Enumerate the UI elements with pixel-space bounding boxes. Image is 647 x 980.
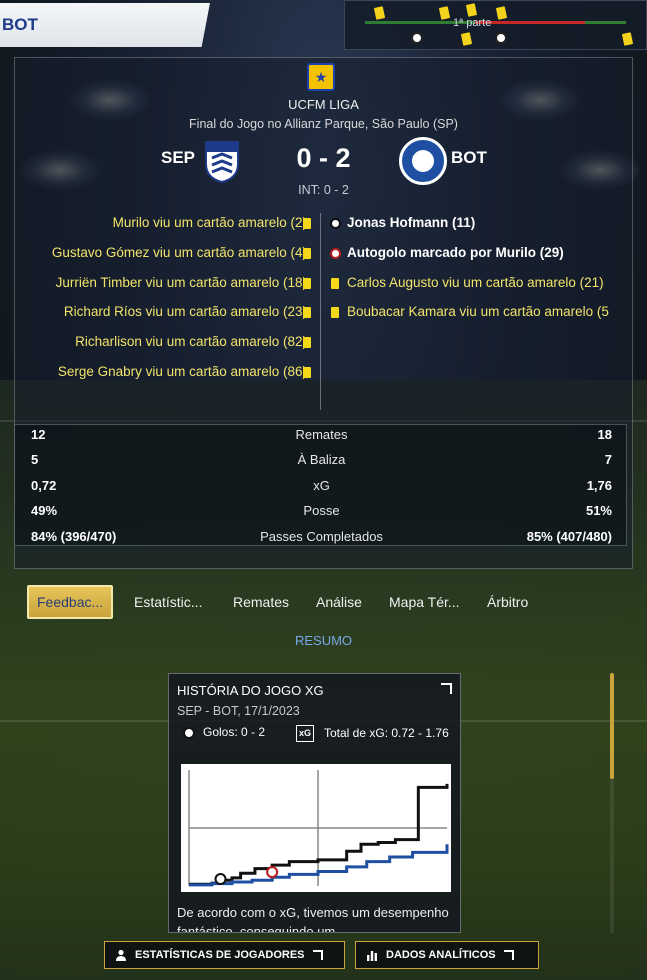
stat-label: Remates <box>295 427 348 442</box>
analytics-label: DADOS ANALÍTICOS <box>386 949 496 961</box>
yellow-card-icon <box>303 337 311 348</box>
stat-row: 84% (396/470) Passes Completados 85% (40… <box>15 529 628 549</box>
person-icon <box>115 949 127 961</box>
xg-goals: Golos: 0 - 2 <box>203 725 266 739</box>
away-crest-icon[interactable] <box>399 137 447 185</box>
stat-label: xG <box>313 478 330 493</box>
stat-row: 12 Remates 18 <box>15 427 628 447</box>
yellow-card-icon <box>331 307 339 318</box>
home-event: Richarlison viu um cartão amarelo (82) <box>75 334 307 349</box>
yellow-card-icon <box>460 32 473 46</box>
ball-icon <box>330 218 341 229</box>
player-stats-button[interactable]: ESTATÍSTICAS DE JOGADORES <box>104 941 345 969</box>
stat-row: 49% Posse 51% <box>15 503 628 523</box>
stat-label: Posse <box>303 503 340 518</box>
away-event: Autogolo marcado por Murilo (29) <box>347 245 564 260</box>
team-tab-label: BOT <box>2 15 38 34</box>
expand-icon[interactable] <box>441 683 452 694</box>
timeline-half-label: 1ª parte <box>453 17 492 29</box>
yellow-card-icon <box>465 3 478 17</box>
section-label: RESUMO <box>294 633 353 648</box>
match-timeline[interactable]: 1ª parte <box>344 0 647 50</box>
stat-label: À Baliza <box>297 452 346 467</box>
score: 0 - 2 <box>296 143 351 173</box>
home-event: Serge Gnabry viu um cartão amarelo (86) <box>57 364 307 379</box>
xg-timeline-chart <box>181 764 451 892</box>
goal-marker <box>214 873 227 886</box>
player-stats-label: ESTATÍSTICAS DE JOGADORES <box>135 949 305 961</box>
tab-statistics[interactable]: Estatístic... <box>134 585 202 619</box>
away-event: Boubacar Kamara viu um cartão amarelo (5 <box>347 304 609 319</box>
yellow-card-icon <box>303 248 311 259</box>
tab-referee[interactable]: Árbitro <box>487 585 528 619</box>
stat-away-value: 51% <box>585 503 612 518</box>
away-event: Carlos Augusto viu um cartão amarelo (21… <box>347 275 604 290</box>
external-link-icon <box>503 950 514 960</box>
yellow-card-icon <box>331 278 339 289</box>
xg-card-subtitle: SEP - BOT, 17/1/2023 <box>177 704 300 718</box>
match-stats-table: 12 Remates 18 5 À Baliza 7 0,72 xG 1,76 … <box>14 424 627 546</box>
stat-away-value: 18 <box>597 427 612 442</box>
stat-row: 0,72 xG 1,76 <box>15 478 628 498</box>
league-logo: ★ <box>307 63 335 91</box>
yellow-card-icon <box>303 307 311 318</box>
half-time-score: INT: 0 - 2 <box>298 183 349 197</box>
own-goal-marker <box>266 866 279 879</box>
own-goal-icon <box>330 248 341 259</box>
home-event: Murilo viu um cartão amarelo (2) <box>112 215 307 230</box>
yellow-card-icon <box>495 6 508 20</box>
tab-heat-map[interactable]: Mapa Tér... <box>389 585 460 619</box>
stat-away-value: 85% (407/480) <box>526 529 612 544</box>
timeline-segment <box>475 21 585 24</box>
xg-story-card[interactable]: HISTÓRIA DO JOGO XG SEP - BOT, 17/1/2023… <box>168 673 461 933</box>
yellow-card-icon <box>303 278 311 289</box>
score-row: SEP 0 - 2 BOT <box>0 140 647 184</box>
home-event: Richard Ríos viu um cartão amarelo (23) <box>63 304 307 319</box>
xg-total: Total de xG: 0.72 - 1.76 <box>324 726 449 740</box>
yellow-card-icon <box>303 367 311 378</box>
xg-card-title: HISTÓRIA DO JOGO XG <box>177 683 324 698</box>
ball-icon <box>495 32 507 44</box>
venue-text: Final do Jogo no Allianz Parque, São Pau… <box>189 117 458 131</box>
team-tab[interactable]: BOT <box>0 3 210 47</box>
xg-summary-text: De acordo com o xG, tivemos um desempenh… <box>177 905 449 933</box>
away-team-code[interactable]: BOT <box>451 148 487 168</box>
yellow-card-icon <box>373 6 386 20</box>
yellow-card-icon <box>621 32 634 46</box>
league-name: UCFM LIGA <box>288 97 359 112</box>
home-crest-icon[interactable] <box>202 138 242 184</box>
events-divider <box>320 213 321 410</box>
analytics-button[interactable]: DADOS ANALÍTICOS <box>355 941 539 969</box>
yellow-card-icon <box>438 6 451 20</box>
tab-feedback[interactable]: Feedbac... <box>27 585 114 619</box>
tab-shots[interactable]: Remates <box>233 585 289 619</box>
away-event: Jonas Hofmann (11) <box>347 215 476 230</box>
xg-icon: xG <box>296 725 314 742</box>
yellow-card-icon <box>303 218 311 229</box>
external-link-icon <box>312 950 323 960</box>
tab-analysis[interactable]: Análise <box>316 585 362 619</box>
home-event: Gustavo Gómez viu um cartão amarelo (4) <box>51 245 307 260</box>
home-event: Jurriën Timber viu um cartão amarelo (18… <box>55 275 307 290</box>
bar-chart-icon <box>366 949 378 961</box>
stat-away-value: 7 <box>604 452 612 467</box>
stat-away-value: 1,76 <box>586 478 612 493</box>
scrollbar-thumb[interactable] <box>610 673 614 779</box>
ball-icon <box>411 32 423 44</box>
ball-icon <box>183 727 195 739</box>
stat-row: 5 À Baliza 7 <box>15 452 628 472</box>
